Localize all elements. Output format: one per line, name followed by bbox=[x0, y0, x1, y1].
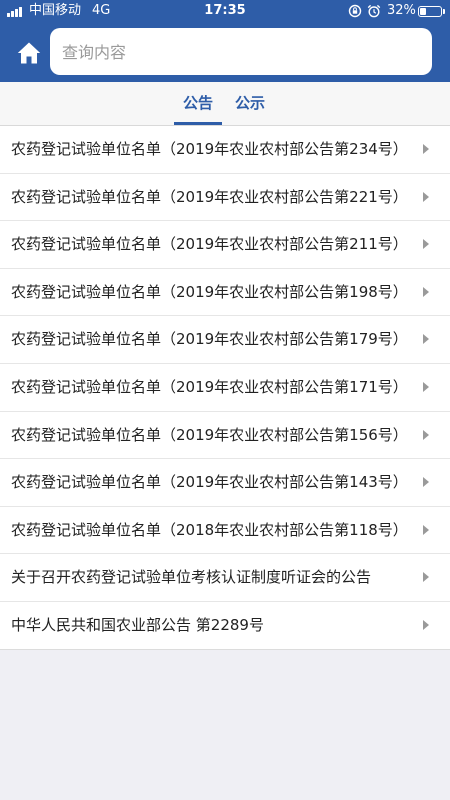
list-item-title: 农药登记试验单位名单（2019年农业农村部公告第171号） bbox=[11, 377, 408, 396]
list-item-title: 农药登记试验单位名单（2019年农业农村部公告第211号） bbox=[11, 235, 408, 254]
home-icon[interactable] bbox=[16, 40, 42, 66]
list-item[interactable]: 农药登记试验单位名单（2019年农业农村部公告第221号） bbox=[0, 174, 450, 222]
search-input[interactable] bbox=[60, 28, 424, 77]
list-item-title: 农药登记试验单位名单（2018年农业农村部公告第118号） bbox=[11, 520, 408, 539]
search-box[interactable] bbox=[50, 28, 432, 77]
lock-rotation-icon bbox=[348, 4, 362, 18]
list-item[interactable]: 农药登记试验单位名单（2019年农业农村部公告第179号） bbox=[0, 316, 450, 364]
chevron-right-icon bbox=[423, 429, 429, 440]
status-bar: 中国移动 4G 17:35 32% bbox=[0, 0, 450, 24]
list-item[interactable]: 农药登记试验单位名单（2019年农业农村部公告第156号） bbox=[0, 412, 450, 460]
list-item-title: 农药登记试验单位名单（2019年农业农村部公告第221号） bbox=[11, 187, 408, 206]
tab-announcement[interactable]: 公告 bbox=[174, 82, 222, 125]
battery-tip bbox=[443, 9, 445, 14]
list-item-title: 农药登记试验单位名单（2019年农业农村部公告第198号） bbox=[11, 282, 408, 301]
list-item[interactable]: 关于召开农药登记试验单位考核认证制度听证会的公告 bbox=[0, 554, 450, 602]
list-item[interactable]: 农药登记试验单位名单（2019年农业农村部公告第234号） bbox=[0, 126, 450, 174]
chevron-right-icon bbox=[423, 619, 429, 630]
chevron-right-icon bbox=[423, 191, 429, 202]
chevron-right-icon bbox=[423, 286, 429, 297]
chevron-right-icon bbox=[423, 144, 429, 154]
alarm-icon bbox=[367, 4, 381, 18]
chevron-right-icon bbox=[423, 239, 429, 250]
chevron-right-icon bbox=[423, 477, 429, 488]
list-item[interactable]: 农药登记试验单位名单（2019年农业农村部公告第198号） bbox=[0, 269, 450, 317]
list-item-title: 农药登记试验单位名单（2019年农业农村部公告第179号） bbox=[11, 330, 408, 349]
battery-icon bbox=[418, 6, 442, 17]
list-item-title: 农药登记试验单位名单（2019年农业农村部公告第156号） bbox=[11, 425, 408, 444]
tab-bar: 公告 公示 bbox=[0, 82, 450, 126]
tab-publicity[interactable]: 公示 bbox=[226, 82, 274, 125]
battery-level bbox=[420, 8, 426, 15]
chevron-right-icon bbox=[423, 381, 429, 392]
list-item-title: 农药登记试验单位名单（2019年农业农村部公告第234号） bbox=[11, 140, 408, 158]
list-item[interactable]: 中华人民共和国农业部公告 第2289号 bbox=[0, 602, 450, 650]
header-bar: 中国移动 4G 17:35 32% bbox=[0, 0, 450, 82]
battery-percent: 32% bbox=[387, 3, 416, 18]
list-item-title: 关于召开农药登记试验单位考核认证制度听证会的公告 bbox=[11, 568, 372, 587]
active-tab-indicator bbox=[174, 122, 222, 125]
chevron-right-icon bbox=[423, 334, 429, 345]
list-item[interactable]: 农药登记试验单位名单（2019年农业农村部公告第171号） bbox=[0, 364, 450, 412]
chevron-right-icon bbox=[423, 572, 429, 583]
list-item[interactable]: 农药登记试验单位名单（2019年农业农村部公告第143号） bbox=[0, 459, 450, 507]
app-root: 中国移动 4G 17:35 32% 查询内容 公告 公示 农药登记试验单位名单（… bbox=[0, 0, 450, 800]
announcement-list: 农药登记试验单位名单（2019年农业农村部公告第234号） 农药登记试验单位名单… bbox=[0, 126, 450, 650]
list-item[interactable]: 农药登记试验单位名单（2019年农业农村部公告第211号） bbox=[0, 221, 450, 269]
chevron-right-icon bbox=[423, 524, 429, 535]
list-item[interactable]: 农药登记试验单位名单（2018年农业农村部公告第118号） bbox=[0, 507, 450, 555]
list-item-title: 中华人民共和国农业部公告 第2289号 bbox=[11, 615, 264, 634]
list-item-title: 农药登记试验单位名单（2019年农业农村部公告第143号） bbox=[11, 473, 408, 492]
clock: 17:35 bbox=[204, 3, 246, 18]
